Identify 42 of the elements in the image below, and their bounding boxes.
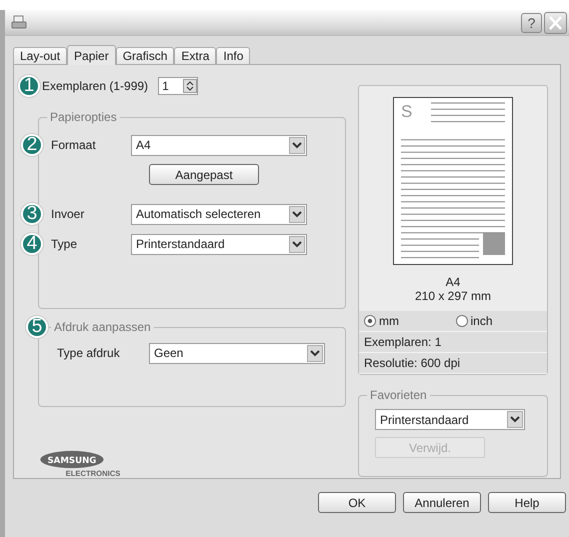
group-title: Afdruk aanpassen — [51, 320, 154, 334]
dropdown[interactable]: Printerstandaard — [375, 409, 525, 430]
dropdown[interactable]: Automatisch selecteren — [131, 204, 307, 224]
dialog-button[interactable]: Help — [488, 492, 566, 513]
group-title: Favorieten — [367, 388, 430, 402]
field-label: Formaat — [51, 138, 97, 152]
dropdown[interactable]: Printerstandaard — [131, 234, 307, 254]
resolution-info: Resolutie: 600 dpi — [359, 353, 547, 374]
page-preview-drawing: S — [393, 97, 513, 265]
radio-label: inch — [470, 314, 493, 328]
callout-number: 1 — [18, 75, 40, 97]
field-label: Type afdruk — [57, 346, 121, 360]
field-label: Invoer — [51, 207, 86, 221]
dropdown[interactable]: Geen — [149, 342, 325, 364]
callout-number: 4 — [21, 233, 43, 255]
dropdown[interactable]: A4 — [131, 134, 307, 156]
dialog-button[interactable]: OK — [318, 492, 396, 513]
copies-label: Exemplaren (1-999) — [42, 79, 148, 93]
copies-spinbox[interactable]: 1 — [158, 77, 198, 95]
custom-button[interactable]: Aangepast — [149, 164, 259, 185]
callout-number: 5 — [26, 316, 48, 338]
tab[interactable]: Papier — [67, 45, 116, 65]
radio-button[interactable] — [364, 315, 376, 327]
radio-button[interactable] — [456, 315, 468, 327]
group-title: Papieropties — [47, 110, 120, 124]
help-button[interactable]: ? — [521, 12, 542, 32]
callout-number: 2 — [21, 134, 43, 156]
tab[interactable]: Extra — [174, 47, 216, 64]
paper-dimensions: 210 x 297 mm — [414, 289, 492, 303]
printer-icon — [11, 14, 27, 30]
dialog-button[interactable]: Annuleren — [403, 492, 481, 513]
tab[interactable]: Lay-out — [13, 47, 68, 64]
tab[interactable]: Grafisch — [116, 47, 174, 64]
spin-arrows-icon[interactable] — [183, 79, 198, 93]
paper-size: A4 — [444, 275, 462, 289]
tab[interactable]: Info — [216, 47, 250, 64]
copies-info: Exemplaren: 1 — [359, 332, 547, 353]
close-icon[interactable] — [544, 12, 567, 34]
callout-number: 3 — [21, 203, 43, 225]
brand-logo: SAMSUNG ELECTRONICS — [38, 449, 148, 478]
radio-label: mm — [379, 314, 399, 328]
field-label: Type — [51, 237, 78, 251]
